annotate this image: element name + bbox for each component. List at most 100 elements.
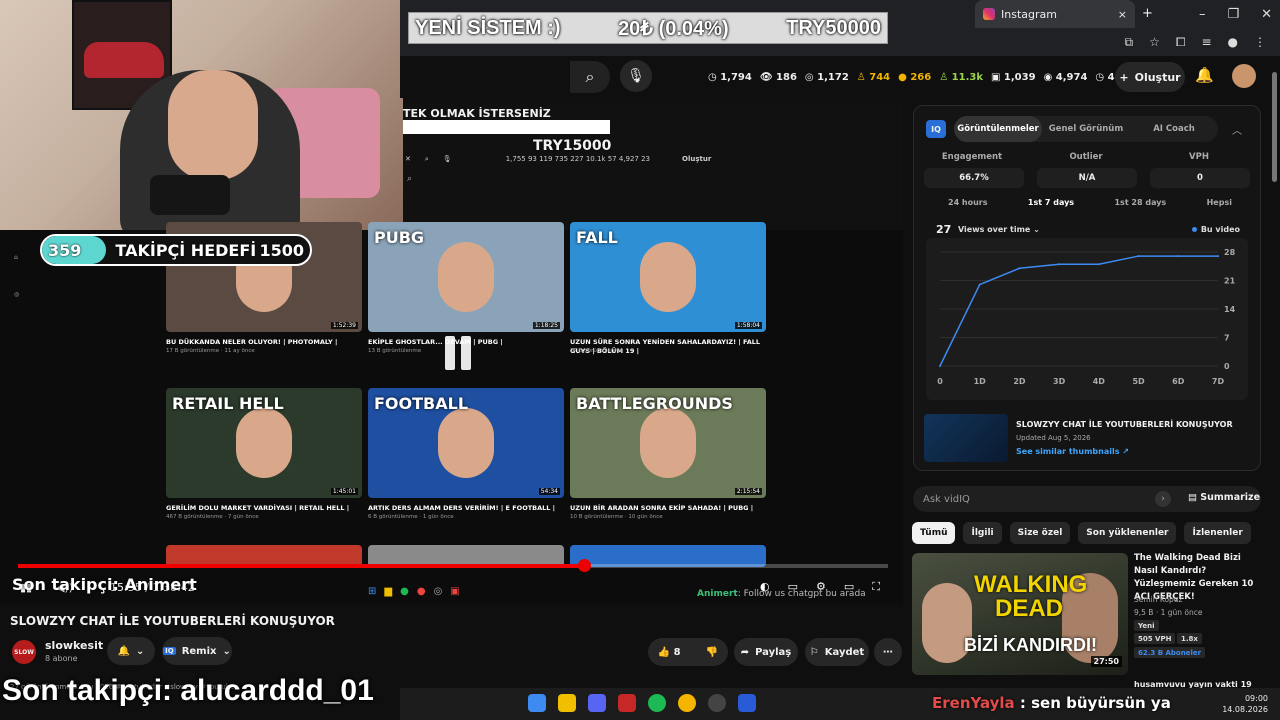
remix-label: Remix — [181, 645, 217, 657]
save-button[interactable]: ⚐ Kaydet — [805, 638, 869, 666]
donation-left: YENİ SİSTEM :) — [415, 16, 561, 39]
search-button[interactable]: ⌕ — [570, 61, 610, 93]
fullscreen-icon[interactable]: ⛶ — [872, 580, 880, 594]
stat-item: ◷ 1,794 — [708, 71, 752, 83]
chip-related[interactable]: İlgili — [963, 522, 1002, 544]
chat-overlay: ErenYayla : sen büyürsün ya — [932, 694, 1171, 712]
scrollbar[interactable] — [1272, 72, 1277, 182]
cast-icon[interactable]: ⧉ — [1125, 35, 1134, 50]
summarize-icon: ▤ — [1188, 492, 1201, 503]
reading-list-icon[interactable]: ≡ — [1201, 35, 1211, 49]
maximize-button[interactable]: ❐ — [1227, 7, 1239, 22]
subscribe-bell-button[interactable]: 🔔 ⌄ — [107, 637, 155, 665]
tab-views[interactable]: Görüntülenmeler — [954, 116, 1042, 142]
range-28d[interactable]: 1st 28 days — [1114, 198, 1166, 216]
video-title-small[interactable]: UZUN BİR ARADAN SONRA EKİP SAHADA! | PUB… — [570, 504, 760, 513]
new-tab-button[interactable]: + — [1142, 6, 1153, 21]
spotify-icon[interactable] — [648, 694, 666, 712]
y-tick-label: 7 — [1224, 334, 1230, 343]
menu-icon[interactable]: ⋮ — [1254, 35, 1266, 49]
y-tick-label: 14 — [1224, 305, 1236, 314]
thumb-text-top: WALKING DEAD — [974, 571, 1088, 622]
remix-button[interactable]: IQ Remix ⌄ — [162, 637, 232, 665]
progress-bar[interactable] — [18, 559, 888, 572]
recommended-thumbnail[interactable]: WALKING DEAD BİZİ KANDIRDI! 27:50 — [912, 553, 1128, 675]
inner-sidebar: ⌂ ◎ — [14, 254, 20, 298]
range-all[interactable]: Hepsi — [1207, 198, 1232, 216]
views-select[interactable]: Views over time ⌄ — [958, 225, 1040, 234]
thumbnail-tag: FOOTBALL — [374, 394, 469, 413]
channel-avatar[interactable]: SLOW — [12, 640, 36, 664]
data-point — [1177, 255, 1180, 258]
last-follower-overlay: Son takipçi: alucarddd_01 — [2, 674, 374, 707]
video-title-small[interactable]: ARTIK DERS ALMAM DERS VERİRİM! | E FOOTB… — [368, 504, 558, 513]
minimize-button[interactable]: – — [1199, 7, 1206, 22]
extensions-icon[interactable]: ⧠ — [1176, 35, 1186, 50]
range-24h[interactable]: 24 hours — [948, 198, 988, 216]
range-7d[interactable]: 1st 7 days — [1028, 198, 1074, 216]
last-follower-small: Son takipçi: Animert — [12, 575, 197, 594]
chip-for-you[interactable]: Size özel — [1009, 522, 1071, 544]
new-badge: Yeni — [1134, 620, 1159, 631]
share-button[interactable]: ➦ Paylaş — [734, 638, 798, 666]
more-icon: ⋯ — [883, 646, 893, 658]
chip-recent[interactable]: Son yüklenenler — [1078, 522, 1177, 544]
legend-dot — [1191, 227, 1197, 232]
bell-icon[interactable]: 🔔 — [1195, 66, 1214, 84]
profile-icon[interactable]: ● — [1228, 35, 1238, 49]
obs-icon[interactable] — [708, 694, 726, 712]
share-icon: ➦ — [740, 646, 750, 658]
close-window-button[interactable]: ✕ — [1261, 7, 1272, 22]
similar-thumbnails-link[interactable]: See similar thumbnails ↗ — [1016, 447, 1129, 456]
tab-close-icon[interactable]: × — [1118, 8, 1127, 21]
like-button[interactable]: 👍 8 — [658, 647, 681, 658]
avatar[interactable] — [1232, 64, 1256, 88]
dislike-icon[interactable]: 👎 — [706, 647, 718, 658]
tab-instagram[interactable]: Instagram × — [975, 0, 1135, 28]
chip-all[interactable]: Tümü — [912, 522, 956, 544]
vidiq-panel: IQ Görüntülenmeler Genel Görünüm AI Coac… — [913, 105, 1261, 471]
chevron-up-icon[interactable]: ︿ — [1232, 122, 1242, 137]
video-meta-small: 10 B görüntülenme · 10 gün önce — [570, 514, 663, 520]
save-label: Kaydet — [824, 646, 865, 658]
discord-icon[interactable] — [588, 694, 606, 712]
chevron-down-icon: ⌄ — [222, 645, 231, 657]
voice-search-button[interactable]: 🎙 — [620, 60, 652, 92]
pause-icon[interactable] — [444, 336, 472, 370]
duration-badge: 1:45:01 — [330, 488, 358, 495]
chrome-icon[interactable] — [678, 694, 696, 712]
y-tick-label: 21 — [1224, 277, 1236, 286]
system-clock[interactable]: 09:00 14.08.2026 — [1222, 693, 1268, 715]
like-dislike: 👍 8 👎 — [648, 638, 728, 666]
suggestion-thumbnail[interactable] — [924, 414, 1008, 462]
range-tabs: 24 hours 1st 7 days 1st 28 days Hepsi — [924, 198, 1242, 216]
share-label: Paylaş — [755, 646, 792, 658]
video-thumbnail[interactable]: BATTLEGROUNDS 2:15:54 — [570, 388, 766, 498]
video-thumbnail[interactable]: RETAIL HELL 1:45:01 — [166, 388, 362, 498]
chip-watched[interactable]: İzlenenler — [1184, 522, 1251, 544]
file-explorer-icon[interactable] — [558, 694, 576, 712]
recommended-channel[interactable]: Semih Kopuz — [1134, 595, 1183, 604]
inner-white-bar — [403, 120, 610, 134]
summarize-button[interactable]: ▤ Summarize — [1188, 492, 1260, 503]
vidiq-icon: IQ — [163, 647, 176, 655]
clock-time: 09:00 — [1244, 694, 1268, 703]
video-title-small[interactable]: BU DÜKKANDA NELER OLUYOR! | PHOTOMALY | — [166, 338, 356, 347]
video-title-small[interactable]: GERİLİM DOLU MARKET VARDİYASI | RETAIL H… — [166, 504, 356, 513]
video-thumbnail[interactable]: FOOTBALL 54:34 — [368, 388, 564, 498]
bookmark-star-icon[interactable]: ☆ — [1149, 35, 1160, 49]
tab-ai-coach[interactable]: AI Coach — [1130, 124, 1218, 134]
video-meta-small: 13 B görüntülenme — [368, 348, 422, 354]
more-button[interactable]: ⋯ — [874, 638, 902, 666]
tab-overview[interactable]: Genel Görünüm — [1042, 124, 1130, 134]
video-thumbnail[interactable]: FALL 1:58:04 — [570, 222, 766, 332]
video-thumbnail[interactable]: PUBG 1:18:25 — [368, 222, 564, 332]
create-button[interactable]: + Oluştur — [1115, 62, 1185, 92]
thumbnail-tag: RETAIL HELL — [172, 394, 284, 413]
app-icon-2[interactable] — [738, 694, 756, 712]
app-icon[interactable] — [618, 694, 636, 712]
windows-start-icon[interactable] — [528, 694, 546, 712]
channel-name[interactable]: slowkesit — [45, 639, 103, 652]
progress-scrubber[interactable] — [577, 559, 591, 572]
send-icon[interactable]: › — [1155, 491, 1171, 507]
